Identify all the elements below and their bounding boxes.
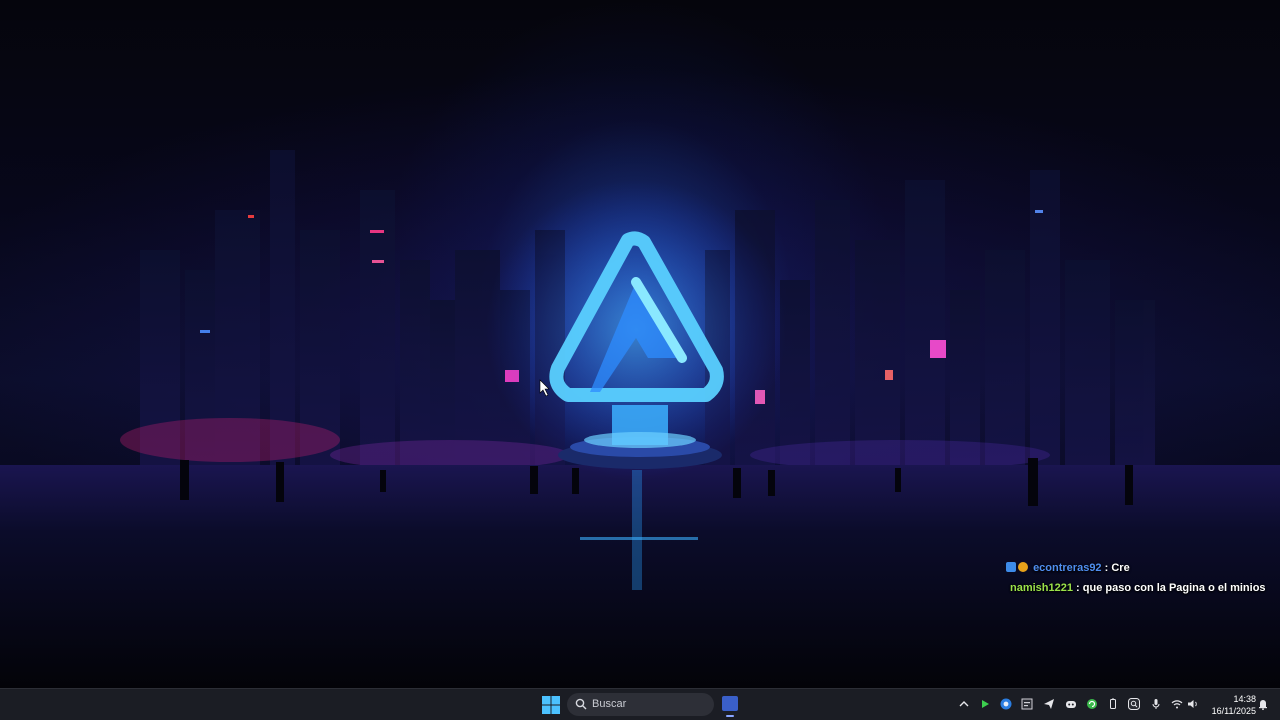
taskbar-search-input[interactable]: Buscar	[567, 693, 714, 716]
microphone-icon[interactable]	[1149, 697, 1163, 711]
subscriber-badge-icon	[1018, 562, 1028, 572]
stream-chat-overlay: econtreras92 : Cre namish1221 : que paso…	[1006, 560, 1276, 600]
send-icon[interactable]	[1042, 697, 1056, 711]
app-icon	[722, 696, 738, 711]
search-icon	[575, 698, 587, 710]
chat-text: que paso con la Pagina o el minios	[1082, 582, 1266, 594]
taskbar-pinned-app[interactable]	[720, 693, 740, 717]
discord-icon[interactable]	[1064, 697, 1078, 711]
refresh-icon[interactable]	[1085, 697, 1099, 711]
play-icon[interactable]	[978, 697, 992, 711]
clock-date: 16/11/2025	[1211, 706, 1256, 716]
clock-time: 14:38	[1233, 694, 1256, 704]
taskbar-clock[interactable]: 14:38 16/11/2025	[1204, 693, 1256, 717]
chat-username: namish1221	[1010, 582, 1073, 594]
running-indicator	[726, 715, 734, 717]
desktop-wallpaper: econtreras92 : Cre namish1221 : que paso…	[0, 0, 1280, 688]
browser-icon[interactable]	[999, 697, 1013, 711]
windows-logo-icon	[542, 696, 560, 714]
search-icon[interactable]	[1127, 697, 1141, 711]
wifi-icon[interactable]	[1170, 697, 1184, 711]
taskbar: Buscar 14:38 16/11/2025	[0, 688, 1280, 720]
notification-icon[interactable]	[1256, 697, 1270, 711]
battery-icon[interactable]	[1106, 697, 1120, 711]
chat-username: econtreras92	[1033, 562, 1102, 574]
search-placeholder: Buscar	[592, 698, 627, 710]
volume-icon[interactable]	[1186, 697, 1200, 711]
chat-text: Cre	[1111, 562, 1130, 574]
start-button[interactable]	[541, 695, 561, 715]
chat-message: namish1221 : que paso con la Pagina o el…	[1010, 582, 1266, 594]
app-icon[interactable]	[1020, 697, 1034, 711]
chat-message: econtreras92 : Cre	[1006, 560, 1276, 577]
moderator-badge-icon	[1006, 562, 1016, 572]
chevron-up-icon[interactable]	[957, 697, 971, 711]
